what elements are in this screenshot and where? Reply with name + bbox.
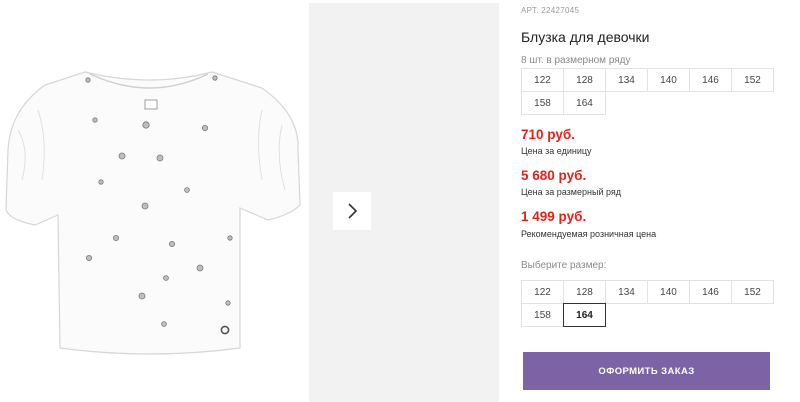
row-price: 5 680 руб. <box>521 168 587 183</box>
unit-price: 710 руб. <box>521 127 575 142</box>
size-option-158[interactable]: 158 <box>521 303 564 327</box>
size-option-140[interactable]: 140 <box>647 280 690 304</box>
pack-size-cell: 152 <box>731 68 774 92</box>
unit-price-label: Цена за единицу <box>521 146 592 156</box>
pack-size-cell: 122 <box>521 68 564 92</box>
article-number: АРТ. 22427045 <box>521 6 579 15</box>
pack-size-grid: 122 128 134 140 146 152 158 164 <box>521 68 774 115</box>
pack-size-cell: 128 <box>563 68 606 92</box>
size-option-146[interactable]: 146 <box>689 280 732 304</box>
article-label: АРТ. <box>521 6 539 15</box>
size-option-134[interactable]: 134 <box>605 280 648 304</box>
next-image-button[interactable] <box>333 192 371 230</box>
chevron-right-icon <box>348 203 358 219</box>
choose-size-label: Выберите размер: <box>521 260 607 271</box>
retail-price: 1 499 руб. <box>521 209 587 224</box>
product-title: Блузка для девочки <box>521 29 650 45</box>
place-order-button[interactable]: ОФОРМИТЬ ЗАКАЗ <box>523 352 770 390</box>
size-selector: 122 128 134 140 146 152 158 164 <box>521 280 774 327</box>
blouse-image <box>5 71 301 355</box>
row-price-label: Цена за размерный ряд <box>521 187 622 197</box>
pack-size-cell: 146 <box>689 68 732 92</box>
pack-size-cell: 158 <box>521 91 564 115</box>
retail-price-label: Рекомендуемая розничная цена <box>521 229 657 239</box>
size-option-164[interactable]: 164 <box>563 303 606 327</box>
size-option-152[interactable]: 152 <box>731 280 774 304</box>
product-main-image[interactable] <box>0 0 305 402</box>
product-info: АРТ. 22427045 Блузка для девочки 8 шт. в… <box>521 0 781 402</box>
size-option-128[interactable]: 128 <box>563 280 606 304</box>
pack-size-cell: 164 <box>563 91 606 115</box>
pack-size-label: 8 шт. в размерном ряду <box>521 55 631 66</box>
size-option-122[interactable]: 122 <box>521 280 564 304</box>
pack-size-cell: 140 <box>647 68 690 92</box>
article-value: 22427045 <box>541 6 580 15</box>
pack-size-cell: 134 <box>605 68 648 92</box>
product-gallery <box>0 0 500 402</box>
